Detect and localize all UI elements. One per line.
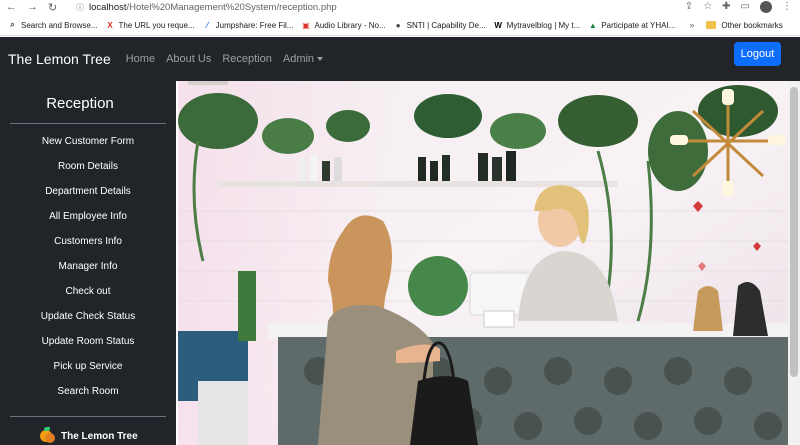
bookmark-label: Jumpshare: Free Fil... [215, 20, 294, 30]
url-path: /Hotel%20Management%20System/reception.p… [126, 1, 337, 13]
bookmark-label: Participate at YHAI... [601, 20, 676, 30]
sidebar-item-department-details[interactable]: Department Details [0, 182, 176, 207]
nav-reception[interactable]: Reception [222, 53, 272, 65]
sidebar-item-room-details[interactable]: Room Details [0, 157, 176, 182]
brand-link[interactable]: The Lemon Tree [0, 51, 111, 67]
url-host: localhost [89, 1, 127, 13]
sidebar-menu: New Customer Form Room Details Departmen… [0, 132, 176, 407]
bookmark-label: Mytravelblog | My t... [506, 20, 581, 30]
sidebar-item-manager-info[interactable]: Manager Info [0, 257, 176, 282]
url-field[interactable]: localhost/Hotel%20Management%20System/re… [89, 2, 685, 13]
sidebar-item-check-out[interactable]: Check out [0, 282, 176, 307]
bookmark-label: Audio Library - No... [314, 20, 386, 30]
bookmark-item[interactable]: X The URL you reque... [105, 21, 194, 30]
sidebar-divider-bottom [10, 416, 166, 417]
nav-home[interactable]: Home [126, 53, 155, 65]
wix-icon: W [494, 20, 502, 30]
caret-down-icon [317, 57, 324, 62]
sidebar-item-new-customer-form[interactable]: New Customer Form [0, 132, 176, 157]
bookmark-item[interactable]: ⌕ Search and Browse... [8, 20, 98, 30]
bookmark-label: SNTI | Capability De... [406, 20, 486, 30]
sidebar-item-update-check-status[interactable]: Update Check Status [0, 307, 176, 332]
bookmark-label: The URL you reque... [118, 20, 195, 30]
nav-about-us[interactable]: About Us [166, 53, 211, 65]
sidebar-item-search-room[interactable]: Search Room [0, 382, 176, 407]
share-icon[interactable]: ⇪ [685, 1, 693, 13]
sidepanel-icon[interactable]: ▭ [741, 1, 750, 13]
star-icon[interactable]: ☆ [703, 1, 712, 13]
jumpshare-icon: ⁄ [206, 20, 208, 30]
extensions-icon[interactable]: ✚ [722, 1, 730, 13]
bookmark-item[interactable]: ⁄ Jumpshare: Free Fil... [203, 21, 294, 30]
sidebar: Reception New Customer Form Room Details… [0, 81, 176, 445]
sidebar-footer-name: The Lemon Tree [61, 430, 138, 442]
info-icon[interactable]: ⓘ [76, 2, 84, 13]
sidebar-item-update-room-status[interactable]: Update Room Status [0, 332, 176, 357]
sidebar-item-all-employee-info[interactable]: All Employee Info [0, 207, 176, 232]
menu-icon[interactable]: ⋮ [782, 1, 792, 13]
logout-button[interactable]: Logout [734, 42, 781, 66]
bookmark-label: Search and Browse... [21, 20, 98, 30]
sidebar-title: Reception [46, 95, 114, 112]
other-bookmarks-label: Other bookmarks [721, 20, 783, 30]
scrollbar-thumb[interactable] [790, 87, 798, 377]
folder-icon [706, 21, 717, 29]
sidebar-divider [10, 123, 166, 124]
nav-admin-dropdown[interactable]: Admin [282, 53, 324, 65]
bookmark-item[interactable]: W Mytravelblog | My t... [494, 20, 581, 30]
browser-nav-buttons: ← → ↻ [0, 1, 76, 14]
bookmarks-overflow-button[interactable]: » [689, 20, 694, 30]
hero-image [176, 81, 788, 445]
audio-library-icon: ▣ [302, 20, 310, 30]
bookmarks-bar: ⌕ Search and Browse... X The URL you reque.… [0, 15, 800, 36]
back-icon[interactable]: ← [6, 1, 17, 14]
profile-avatar[interactable] [760, 1, 772, 13]
reception-photo-illustration [178, 81, 788, 445]
browser-toolbar: ⇪ ☆ ✚ ▭ ⋮ [685, 1, 800, 13]
sidebar-item-pick-up-service[interactable]: Pick up Service [0, 357, 176, 382]
forward-icon[interactable]: → [27, 1, 38, 14]
globe-icon: ● [395, 20, 401, 30]
other-bookmarks-folder[interactable]: Other bookmarks [706, 20, 783, 30]
page-scrollbar[interactable] [788, 81, 800, 445]
browser-address-bar: ← → ↻ ⓘ localhost/Hotel%20Management%20S… [0, 0, 800, 14]
sidebar-item-customers-info[interactable]: Customers Info [0, 232, 176, 257]
nav-admin-label: Admin [282, 53, 315, 65]
bookmark-item[interactable]: ▣ Audio Library - No... [301, 21, 385, 30]
reload-icon[interactable]: ↻ [48, 1, 57, 14]
lemon-logo-icon [38, 427, 56, 445]
bookmark-item[interactable]: ● SNTI | Capability De... [394, 21, 486, 30]
triangle-icon: ▲ [588, 20, 597, 30]
x-icon: X [107, 20, 113, 30]
search-icon: ⌕ [10, 20, 15, 29]
bookmark-item[interactable]: ▲ Participate at YHAI... [588, 20, 676, 30]
top-navbar: The Lemon Tree Home About Us Reception A… [0, 37, 800, 81]
sidebar-footer: The Lemon Tree [38, 427, 176, 445]
